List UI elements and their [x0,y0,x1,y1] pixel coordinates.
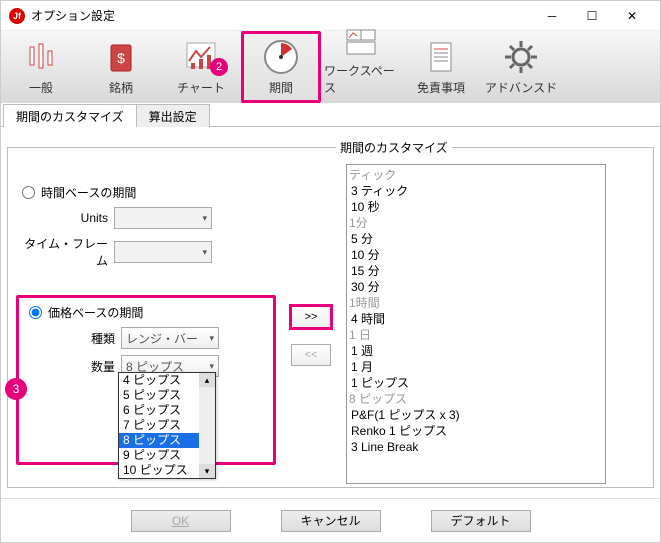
time-based-label: 時間ベースの期間 [41,184,136,201]
period-listbox[interactable]: ティック3 ティック10 秒1分5 分10 分15 分30 分1時間4 時間1 … [346,164,606,484]
tabs: 期間のカスタマイズ 算出設定 [1,103,660,127]
list-group-header: 1分 [349,215,603,231]
type-select[interactable]: レンジ・バー ▾ [121,327,219,349]
qty-dropdown[interactable]: 4 ピップス 5 ピップス 6 ピップス 7 ピップス 8 ピップス 9 ピップ… [118,372,216,479]
list-item[interactable]: P&F(1 ピップス x 3) [349,407,603,423]
minimize-button[interactable]: ─ [532,4,572,28]
svg-text:$: $ [117,50,125,66]
list-item[interactable]: 15 分 [349,263,603,279]
chevron-down-icon: ▾ [209,333,214,344]
units-label: Units [16,211,108,225]
list-item[interactable]: 3 ティック [349,183,603,199]
qty-label: 数量 [23,358,115,375]
candles-icon [21,37,61,77]
ok-button[interactable]: OK [131,510,231,532]
qty-dropdown-list: 4 ピップス 5 ピップス 6 ピップス 7 ピップス 8 ピップス 9 ピップ… [119,373,215,478]
maximize-button[interactable]: ☐ [572,4,612,28]
document-icon [421,37,461,77]
remove-button[interactable]: << [291,344,331,366]
price-based-label: 価格ベースの期間 [48,304,143,321]
badge-2: 2 [210,58,228,76]
list-item[interactable]: 1 月 [349,359,603,375]
price-based-radio[interactable] [29,306,42,319]
list-item[interactable]: 1 ピップス [349,375,603,391]
toolbar-workspace[interactable]: ワークスペース [321,31,401,103]
type-label: 種類 [23,330,115,347]
add-button[interactable]: >> [289,304,333,330]
list-item[interactable]: 5 分 [349,231,603,247]
list-group-header: ティック [349,167,603,183]
list-item[interactable]: 10 分 [349,247,603,263]
default-button[interactable]: デフォルト [431,510,531,532]
toolbar-advanced[interactable]: アドバンスド [481,31,561,103]
titlebar: Jf オプション設定 ─ ☐ ✕ [1,1,660,31]
options-window: Jf オプション設定 ─ ☐ ✕ 一般 $ 銘柄 チャート 2 [0,0,661,543]
gear-icon [501,37,541,77]
list-item[interactable]: 4 時間 [349,311,603,327]
toolbar: 一般 $ 銘柄 チャート 2 期間 ワークスペース [1,31,660,103]
list-item[interactable]: 3 Line Break [349,439,603,455]
tab-customize[interactable]: 期間のカスタマイズ [3,104,137,127]
price-based-section: 3 価格ベースの期間 種類 レンジ・バー ▾ [16,295,276,465]
clipboard-icon: $ [101,37,141,77]
workspace-icon [341,24,381,60]
dropdown-scrollbar[interactable]: ▴▾ [199,373,215,478]
list-group-header: 1 日 [349,327,603,343]
toolbar-chart[interactable]: チャート 2 [161,31,241,103]
chevron-down-icon: ▾ [209,361,214,372]
clock-icon [261,37,301,77]
toolbar-period[interactable]: 期間 [241,31,321,103]
timeframe-select: ▾ [114,241,212,263]
cancel-button[interactable]: キャンセル [281,510,381,532]
fieldset-legend: 期間のカスタマイズ [336,139,452,156]
tab-calc[interactable]: 算出設定 [136,104,210,127]
list-item[interactable]: Renko 1 ピップス [349,423,603,439]
close-button[interactable]: ✕ [612,4,652,28]
list-item[interactable]: 30 分 [349,279,603,295]
list-group-header: 1時間 [349,295,603,311]
footer: OK キャンセル デフォルト [1,498,660,542]
toolbar-symbols[interactable]: $ 銘柄 [81,31,161,103]
app-logo-icon: Jf [9,8,25,24]
toolbar-disclaimer[interactable]: 免責事項 [401,31,481,103]
badge-3: 3 [5,378,27,400]
time-based-radio[interactable] [22,186,35,199]
time-based-section: 時間ベースの期間 Units ▾ タイム・フレーム ▾ [16,184,276,275]
list-item[interactable]: 10 秒 [349,199,603,215]
customize-fieldset: 期間のカスタマイズ 時間ベースの期間 Units ▾ タイム・フレーム [7,139,654,488]
list-group-header: 8 ピップス [349,391,603,407]
window-title: オプション設定 [31,7,532,24]
content: 期間のカスタマイズ 時間ベースの期間 Units ▾ タイム・フレーム [1,127,660,498]
units-select: ▾ [114,207,212,229]
list-item[interactable]: 1 週 [349,343,603,359]
timeframe-label: タイム・フレーム [16,235,108,269]
toolbar-general[interactable]: 一般 [1,31,81,103]
